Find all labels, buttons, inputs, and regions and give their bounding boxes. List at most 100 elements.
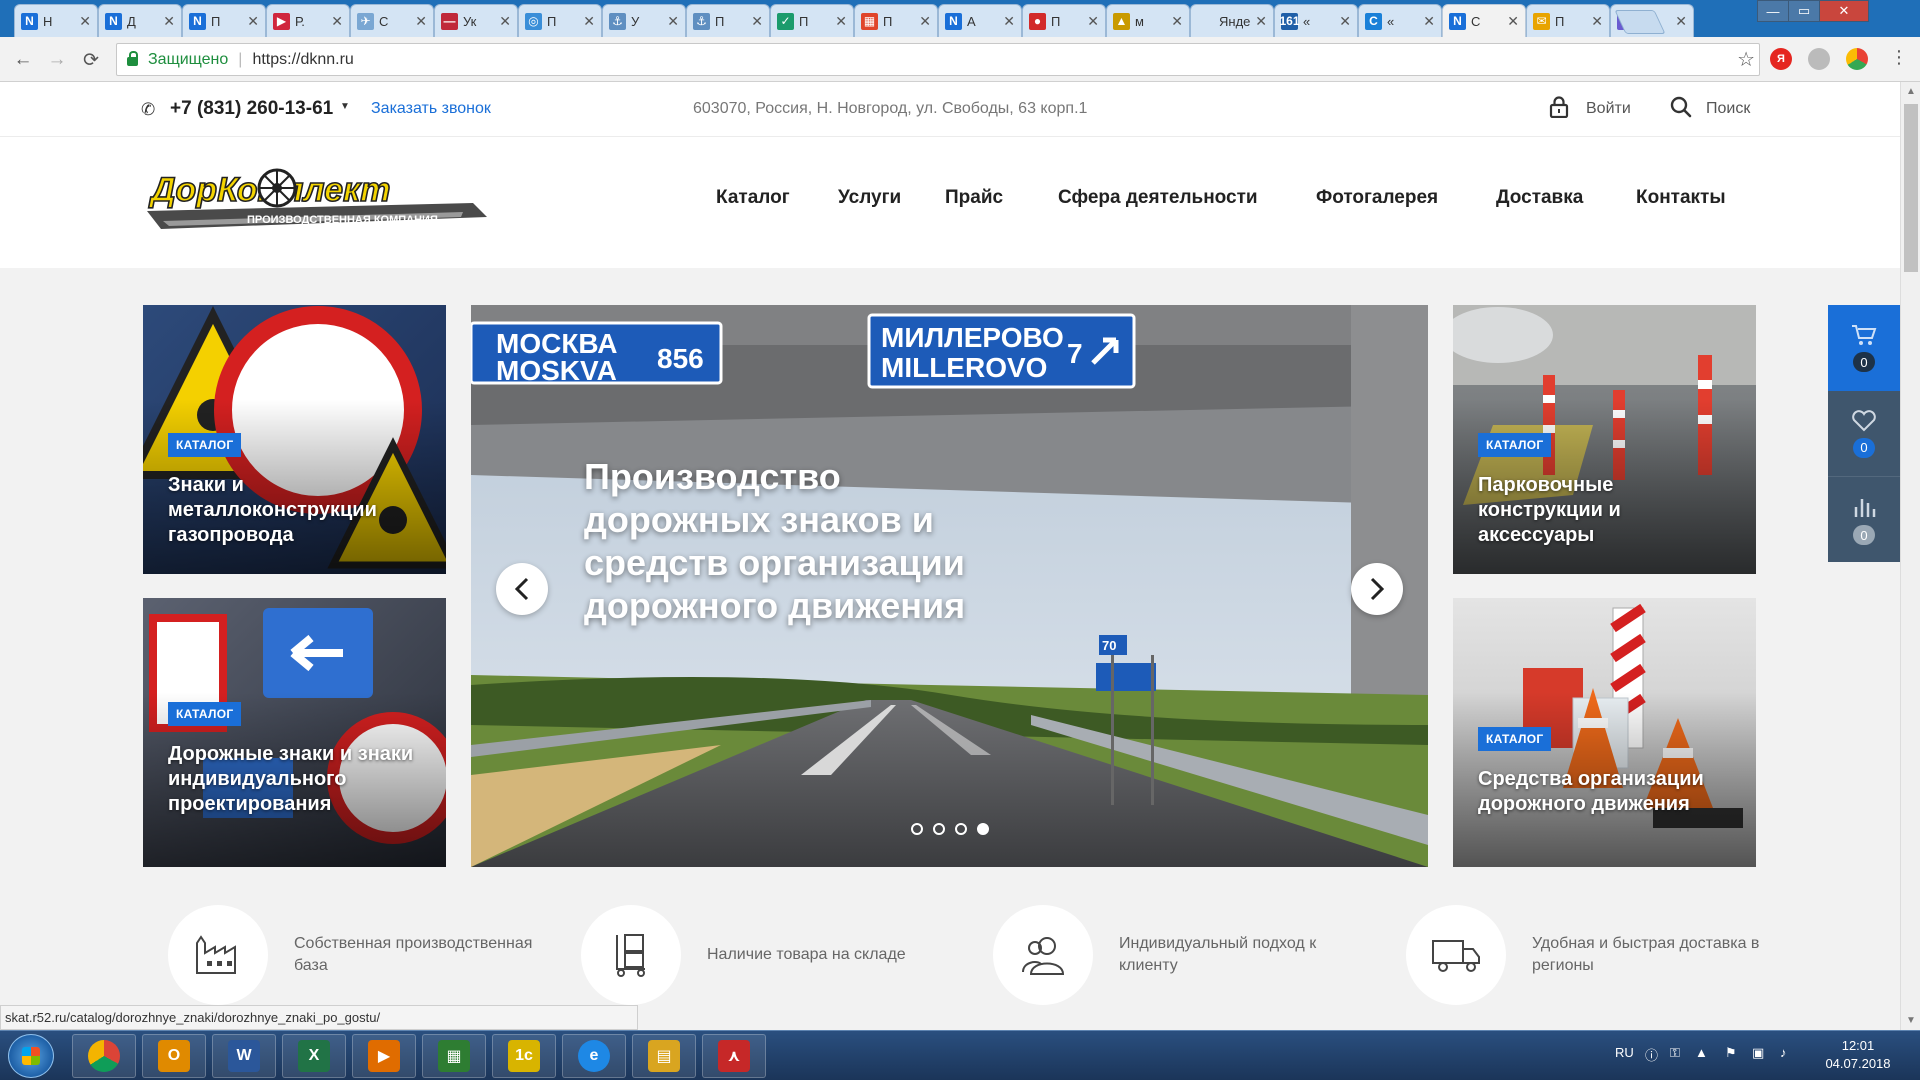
slider-next-button[interactable] bbox=[1351, 563, 1403, 615]
tab-close-icon[interactable]: ✕ bbox=[331, 13, 343, 30]
reload-icon[interactable]: ⟳ bbox=[78, 47, 104, 73]
tab-close-icon[interactable]: ✕ bbox=[163, 13, 175, 30]
taskbar-app-media[interactable]: ▶ bbox=[352, 1034, 416, 1078]
slider-dot[interactable] bbox=[911, 823, 923, 835]
yandex-extension-icon[interactable]: Я bbox=[1770, 48, 1792, 70]
window-minimize-button[interactable]: — bbox=[1757, 0, 1789, 22]
tab-close-icon[interactable]: ✕ bbox=[1423, 13, 1435, 30]
help-icon[interactable]: ⓘ bbox=[1645, 1045, 1658, 1064]
tray-lock-icon[interactable]: ⚿ bbox=[1670, 1045, 1680, 1061]
phone-dropdown-caret-icon[interactable]: ▼ bbox=[340, 101, 350, 112]
tab-close-icon[interactable]: ✕ bbox=[919, 13, 931, 30]
nav-services[interactable]: Услуги bbox=[838, 187, 901, 209]
tab-close-icon[interactable]: ✕ bbox=[667, 13, 679, 30]
browser-tab[interactable]: N А ✕ bbox=[938, 4, 1022, 37]
browser-tab[interactable]: 161 « ✕ bbox=[1274, 4, 1358, 37]
window-maximize-button[interactable]: ▭ bbox=[1788, 0, 1820, 22]
phone-number[interactable]: +7 (831) 260-13-61 bbox=[170, 98, 333, 120]
cart-button[interactable]: 0 bbox=[1828, 305, 1900, 391]
system-clock[interactable]: 12:01 04.07.2018 bbox=[1808, 1037, 1908, 1073]
tab-close-icon[interactable]: ✕ bbox=[1507, 13, 1519, 30]
forward-arrow-icon[interactable]: → bbox=[44, 47, 70, 73]
scroll-down-arrow-icon[interactable]: ▼ bbox=[1906, 1015, 1916, 1026]
scroll-up-arrow-icon[interactable]: ▲ bbox=[1906, 86, 1916, 97]
taskbar-app-outlook[interactable]: O bbox=[142, 1034, 206, 1078]
flag-icon[interactable]: ⚑ bbox=[1725, 1045, 1737, 1061]
catalog-card-road-signs[interactable]: КАТАЛОГ Дорожные знаки и знаки индивидуа… bbox=[143, 598, 446, 867]
browser-tab[interactable]: N С ✕ bbox=[1442, 4, 1526, 37]
tab-close-icon[interactable]: ✕ bbox=[1675, 13, 1687, 30]
show-hidden-icons-icon[interactable]: ▲ bbox=[1695, 1045, 1708, 1060]
taskbar-app-ie[interactable]: e bbox=[562, 1034, 626, 1078]
taskbar-app-calc[interactable]: ▦ bbox=[422, 1034, 486, 1078]
compare-button[interactable]: 0 bbox=[1828, 477, 1900, 563]
slider-dot[interactable] bbox=[977, 823, 989, 835]
address-bar[interactable]: Защищено | https://dknn.ru ☆ bbox=[116, 43, 1760, 76]
browser-tab[interactable]: N Д ✕ bbox=[98, 4, 182, 37]
favorites-button[interactable]: 0 bbox=[1828, 391, 1900, 477]
tab-close-icon[interactable]: ✕ bbox=[499, 13, 511, 30]
browser-tab[interactable]: ✓ П ✕ bbox=[770, 4, 854, 37]
network-icon[interactable]: ▣ bbox=[1752, 1045, 1764, 1061]
browser-tab[interactable]: ✉ П ✕ bbox=[1526, 4, 1610, 37]
browser-tab[interactable]: ▶ Р. ✕ bbox=[266, 4, 350, 37]
callback-link[interactable]: Заказать звонок bbox=[371, 100, 491, 118]
taskbar-app-word[interactable]: W bbox=[212, 1034, 276, 1078]
tab-close-icon[interactable]: ✕ bbox=[1171, 13, 1183, 30]
tab-close-icon[interactable]: ✕ bbox=[751, 13, 763, 30]
bookmark-star-icon[interactable]: ☆ bbox=[1737, 47, 1755, 72]
volume-icon[interactable]: ♪ bbox=[1780, 1045, 1787, 1060]
browser-tab[interactable]: N Н ✕ bbox=[14, 4, 98, 37]
catalog-card-traffic[interactable]: КАТАЛОГ Средства организации дорожного д… bbox=[1453, 598, 1756, 867]
browser-menu-icon[interactable]: ⋮ bbox=[1890, 47, 1908, 68]
company-logo[interactable]: ДорКомплект ПРОИЗВОДСТВЕННАЯ КОМПАНИЯ bbox=[143, 159, 487, 237]
window-close-button[interactable]: ✕ bbox=[1819, 0, 1869, 22]
nav-contacts[interactable]: Контакты bbox=[1636, 187, 1726, 209]
page-scrollbar[interactable]: ▲ ▼ bbox=[1900, 82, 1920, 1030]
taskbar-app-chrome[interactable] bbox=[72, 1034, 136, 1078]
taskbar-app-1c[interactable]: 1с bbox=[492, 1034, 556, 1078]
tab-close-icon[interactable]: ✕ bbox=[835, 13, 847, 30]
scroll-thumb[interactable] bbox=[1904, 104, 1918, 272]
tab-close-icon[interactable]: ✕ bbox=[247, 13, 259, 30]
tab-close-icon[interactable]: ✕ bbox=[1339, 13, 1351, 30]
browser-tab[interactable]: ⚓ У ✕ bbox=[602, 4, 686, 37]
login-link[interactable]: Войти bbox=[1586, 100, 1631, 118]
browser-tab[interactable]: C « ✕ bbox=[1358, 4, 1442, 37]
start-button[interactable] bbox=[8, 1034, 54, 1078]
nav-delivery[interactable]: Доставка bbox=[1496, 187, 1583, 209]
browser-tab[interactable]: — Ук ✕ bbox=[434, 4, 518, 37]
nav-activity[interactable]: Сфера деятельности bbox=[1058, 187, 1258, 209]
taskbar-app-excel[interactable]: X bbox=[282, 1034, 346, 1078]
tab-close-icon[interactable]: ✕ bbox=[415, 13, 427, 30]
catalog-card-parking[interactable]: КАТАЛОГ Парковочные конструкции и аксесс… bbox=[1453, 305, 1756, 574]
tab-close-icon[interactable]: ✕ bbox=[1591, 13, 1603, 30]
nav-catalog[interactable]: Каталог bbox=[716, 187, 790, 209]
back-arrow-icon[interactable]: ← bbox=[10, 47, 36, 73]
tab-close-icon[interactable]: ✕ bbox=[1087, 13, 1099, 30]
browser-tab[interactable]: ▲ м ✕ bbox=[1106, 4, 1190, 37]
tab-close-icon[interactable]: ✕ bbox=[1255, 13, 1267, 30]
browser-tab[interactable]: ● П ✕ bbox=[1022, 4, 1106, 37]
browser-tab[interactable]: ✈ С ✕ bbox=[350, 4, 434, 37]
extension-feather-icon[interactable] bbox=[1808, 48, 1830, 70]
catalog-card-gas-signs[interactable]: КАТАЛОГ Знаки и металлоконструкции газоп… bbox=[143, 305, 446, 574]
search-icon[interactable] bbox=[1670, 96, 1692, 118]
nav-gallery[interactable]: Фотогалерея bbox=[1316, 187, 1438, 209]
tab-close-icon[interactable]: ✕ bbox=[583, 13, 595, 30]
nav-price[interactable]: Прайс bbox=[945, 187, 1003, 209]
extension-color-icon[interactable] bbox=[1846, 48, 1868, 70]
slider-prev-button[interactable] bbox=[496, 563, 548, 615]
taskbar-app-pdf[interactable]: ⋏ bbox=[702, 1034, 766, 1078]
browser-tab[interactable]: ◎ П ✕ bbox=[518, 4, 602, 37]
taskbar-app-explorer[interactable]: ▤ bbox=[632, 1034, 696, 1078]
slider-dot[interactable] bbox=[933, 823, 945, 835]
tab-close-icon[interactable]: ✕ bbox=[1003, 13, 1015, 30]
lock-login-icon[interactable] bbox=[1549, 96, 1569, 118]
browser-tab[interactable]: ▦ П ✕ bbox=[854, 4, 938, 37]
slider-dot[interactable] bbox=[955, 823, 967, 835]
search-link[interactable]: Поиск bbox=[1706, 100, 1750, 118]
language-indicator[interactable]: RU bbox=[1615, 1045, 1634, 1060]
browser-tab[interactable]: N П ✕ bbox=[182, 4, 266, 37]
tab-close-icon[interactable]: ✕ bbox=[79, 13, 91, 30]
